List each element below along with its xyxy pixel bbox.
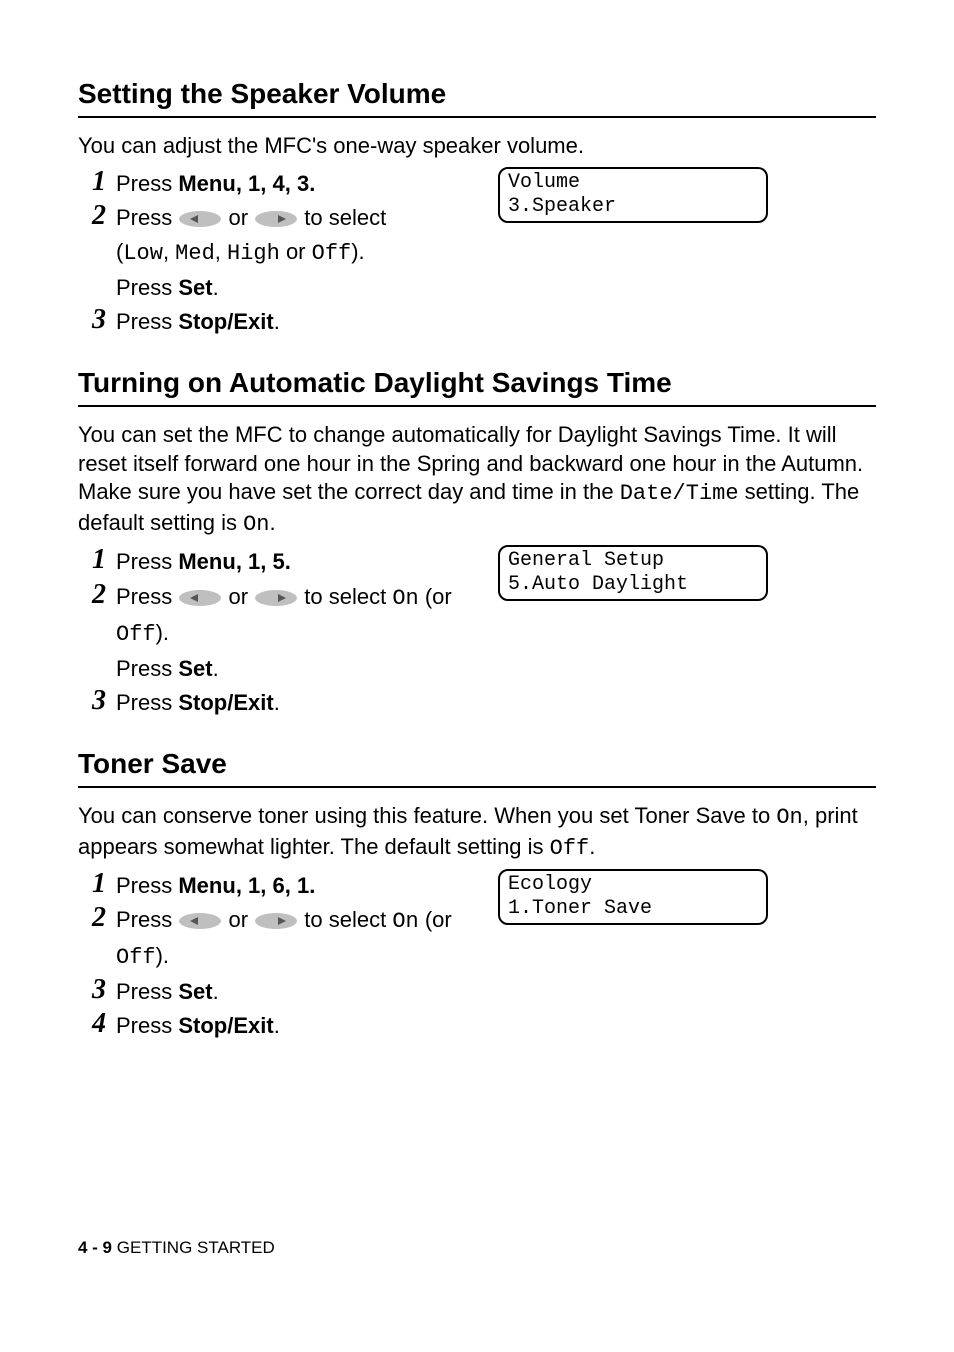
step-2: 2 Press or to select (Low, Med, High or … (78, 201, 876, 305)
arrow-right-icon (254, 912, 298, 930)
arrow-left-icon (178, 210, 222, 228)
arrow-right-icon (254, 210, 298, 228)
steps-list: Ecology 1.Toner Save 1 Press Menu, 1, 6,… (78, 869, 876, 1043)
step-number: 3 (78, 305, 116, 336)
step-number: 2 (78, 580, 116, 611)
section-title: Setting the Speaker Volume (78, 78, 876, 118)
step-text: Press Set. (116, 975, 876, 1009)
menu-key: Menu (178, 171, 235, 196)
arrow-left-icon (178, 912, 222, 930)
set-key: Set (178, 979, 212, 1004)
section-title: Turning on Automatic Daylight Savings Ti… (78, 367, 876, 407)
menu-key: Menu (178, 549, 235, 574)
step-text: Press Stop/Exit. (116, 686, 876, 720)
steps-list: Volume 3.Speaker 1 Press Menu, 1, 4, 3. … (78, 167, 876, 339)
step-2: 2 Press or to select On (or Off). (78, 903, 876, 975)
step-number: 3 (78, 686, 116, 717)
step-2: 2 Press or to select On (or Off). Press … (78, 580, 876, 686)
page-body: Setting the Speaker Volume You can adjus… (0, 0, 954, 1352)
step-number: 2 (78, 201, 116, 232)
arrow-left-icon (178, 589, 222, 607)
step-text: Press or to select (Low, Med, High or Of… (116, 201, 476, 305)
stop-exit-key: Stop/Exit (178, 309, 273, 334)
intro-text: You can conserve toner using this featur… (78, 802, 876, 863)
set-key: Set (178, 656, 212, 681)
step-4: 4 Press Stop/Exit. (78, 1009, 876, 1043)
step-1: 1 Press Menu, 1, 4, 3. (78, 167, 876, 201)
section-title: Toner Save (78, 748, 876, 788)
step-number: 2 (78, 903, 116, 934)
step-text: Press Stop/Exit. (116, 1009, 876, 1043)
step-text: Press Stop/Exit. (116, 305, 876, 339)
step-3: 3 Press Stop/Exit. (78, 686, 876, 720)
step-1: 1 Press Menu, 1, 5. (78, 545, 876, 579)
step-number: 4 (78, 1009, 116, 1040)
arrow-right-icon (254, 589, 298, 607)
section-daylight-savings: Turning on Automatic Daylight Savings Ti… (78, 367, 876, 720)
step-text: Press Menu, 1, 5. (116, 545, 476, 579)
step-text: Press or to select On (or Off). Press Se… (116, 580, 476, 686)
step-1: 1 Press Menu, 1, 6, 1. (78, 869, 876, 903)
step-number: 3 (78, 975, 116, 1006)
chapter-label: GETTING STARTED (112, 1238, 275, 1257)
step-text: Press Menu, 1, 6, 1. (116, 869, 476, 903)
step-text: Press or to select On (or Off). (116, 903, 476, 975)
step-number: 1 (78, 167, 116, 198)
stop-exit-key: Stop/Exit (178, 690, 273, 715)
intro-text: You can adjust the MFC's one-way speaker… (78, 132, 876, 161)
page-number: 4 - 9 (78, 1238, 112, 1257)
section-toner-save: Toner Save You can conserve toner using … (78, 748, 876, 1044)
page-footer: 4 - 9 GETTING STARTED (78, 1238, 275, 1258)
steps-list: General Setup 5.Auto Daylight 1 Press Me… (78, 545, 876, 719)
intro-text: You can set the MFC to change automatica… (78, 421, 876, 539)
step-number: 1 (78, 545, 116, 576)
step-3: 3 Press Set. (78, 975, 876, 1009)
step-3: 3 Press Stop/Exit. (78, 305, 876, 339)
menu-key: Menu (178, 873, 235, 898)
section-speaker-volume: Setting the Speaker Volume You can adjus… (78, 78, 876, 339)
set-key: Set (178, 275, 212, 300)
stop-exit-key: Stop/Exit (178, 1013, 273, 1038)
step-text: Press Menu, 1, 4, 3. (116, 167, 476, 201)
step-number: 1 (78, 869, 116, 900)
